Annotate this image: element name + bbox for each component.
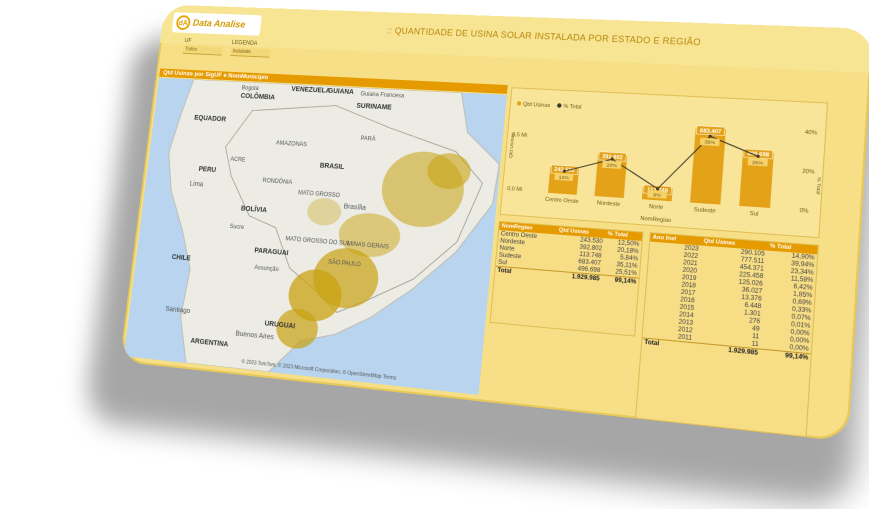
pct-line: [563, 128, 759, 195]
y-tick-left: 0,0 Mi: [507, 186, 523, 193]
pct-data-label: 20%: [606, 162, 618, 169]
year-table-grid: Ano Inst Qtd Usinas % Total 2023 290.105 1…: [641, 233, 818, 363]
y-tick-right: 40%: [805, 129, 818, 136]
x-tick-label: Nordeste: [597, 200, 621, 208]
year-table[interactable]: Ano Inst Qtd Usinas % Total 2023 290.105 1…: [634, 232, 819, 438]
header-bar: dA Data Analise :: QUANTIDADE DE USINA S…: [159, 4, 869, 73]
legend-swatch-qtd: [516, 101, 522, 106]
filter-uf-select[interactable]: Todos: [182, 45, 223, 56]
page-title: :: QUANTIDADE DE USINA SOLAR INSTALADA P…: [386, 25, 702, 48]
total-pct: 99,14%: [601, 274, 639, 286]
region-table-grid: NomRegiao Qtd Usinas % Total Centro Oest…: [495, 221, 643, 286]
pct-data-label: 12%: [558, 174, 570, 181]
bar-line-chart[interactable]: Qtd Usinas% Total 0,5 Mi 0,0 Mi 40% 20% 0% Qtd…: [499, 87, 829, 239]
region-table[interactable]: NomRegiao Qtd Usinas % Total Centro Oest…: [489, 220, 644, 337]
label-peru: PERU: [198, 166, 217, 174]
x-tick-label: Centro Oeste: [545, 196, 579, 205]
x-tick-label: Norte: [649, 204, 664, 212]
label-sucre: Sucre: [229, 224, 245, 231]
legend-swatch-pct: [556, 103, 562, 108]
y-axis-label-right: % Total: [814, 177, 822, 195]
filter-legenda[interactable]: LEGENDA Instalada: [230, 40, 271, 58]
label-guiana: GUIANA: [327, 87, 355, 96]
label-bogota: Bogotá: [241, 85, 259, 92]
map-canvas: [124, 78, 507, 395]
logo-sun-icon: dA: [175, 15, 192, 31]
legend-label-pct: % Total: [563, 104, 582, 111]
filter-legenda-select[interactable]: Instalada: [230, 47, 271, 58]
dashboard-scene: dA Data Analise :: QUANTIDADE DE USINA S…: [0, 0, 869, 509]
pct-data-label: 6%: [653, 192, 662, 199]
y-axis-label-left: Qtd Usinas: [508, 133, 517, 159]
label-para: PARÁ: [360, 136, 376, 143]
pct-data-label: 26%: [752, 159, 764, 166]
filter-uf[interactable]: UF Todos: [182, 38, 223, 56]
x-tick-label: Sudeste: [693, 207, 715, 215]
logo-text: Data Analise: [192, 17, 246, 31]
pct-data-label: 35%: [704, 139, 716, 146]
label-acre: ACRE: [230, 156, 246, 164]
chart-svg: Qtd Usinas% Total0,5 Mi0,0 Mi40%20%0%Qtd…: [507, 101, 822, 225]
south-america-landmass: [143, 79, 506, 395]
legend-label-qtd: Qtd Usinas: [523, 101, 551, 109]
bar-data-label: 683.407: [700, 128, 722, 136]
y-tick-right: 0%: [799, 208, 809, 215]
x-tick-label: Sul: [749, 211, 758, 218]
x-axis-label: NomRegiao: [640, 216, 672, 225]
filter-legenda-label: LEGENDA: [231, 40, 258, 47]
y-tick-right: 20%: [802, 168, 815, 176]
map-visual[interactable]: BRASIL BOLÍVIA PARAGUAI CHILE ARGENTINA …: [123, 77, 507, 395]
logo: dA Data Analise: [171, 12, 262, 36]
label-lima: Lima: [189, 180, 204, 189]
filter-uf-label: UF: [184, 38, 192, 45]
